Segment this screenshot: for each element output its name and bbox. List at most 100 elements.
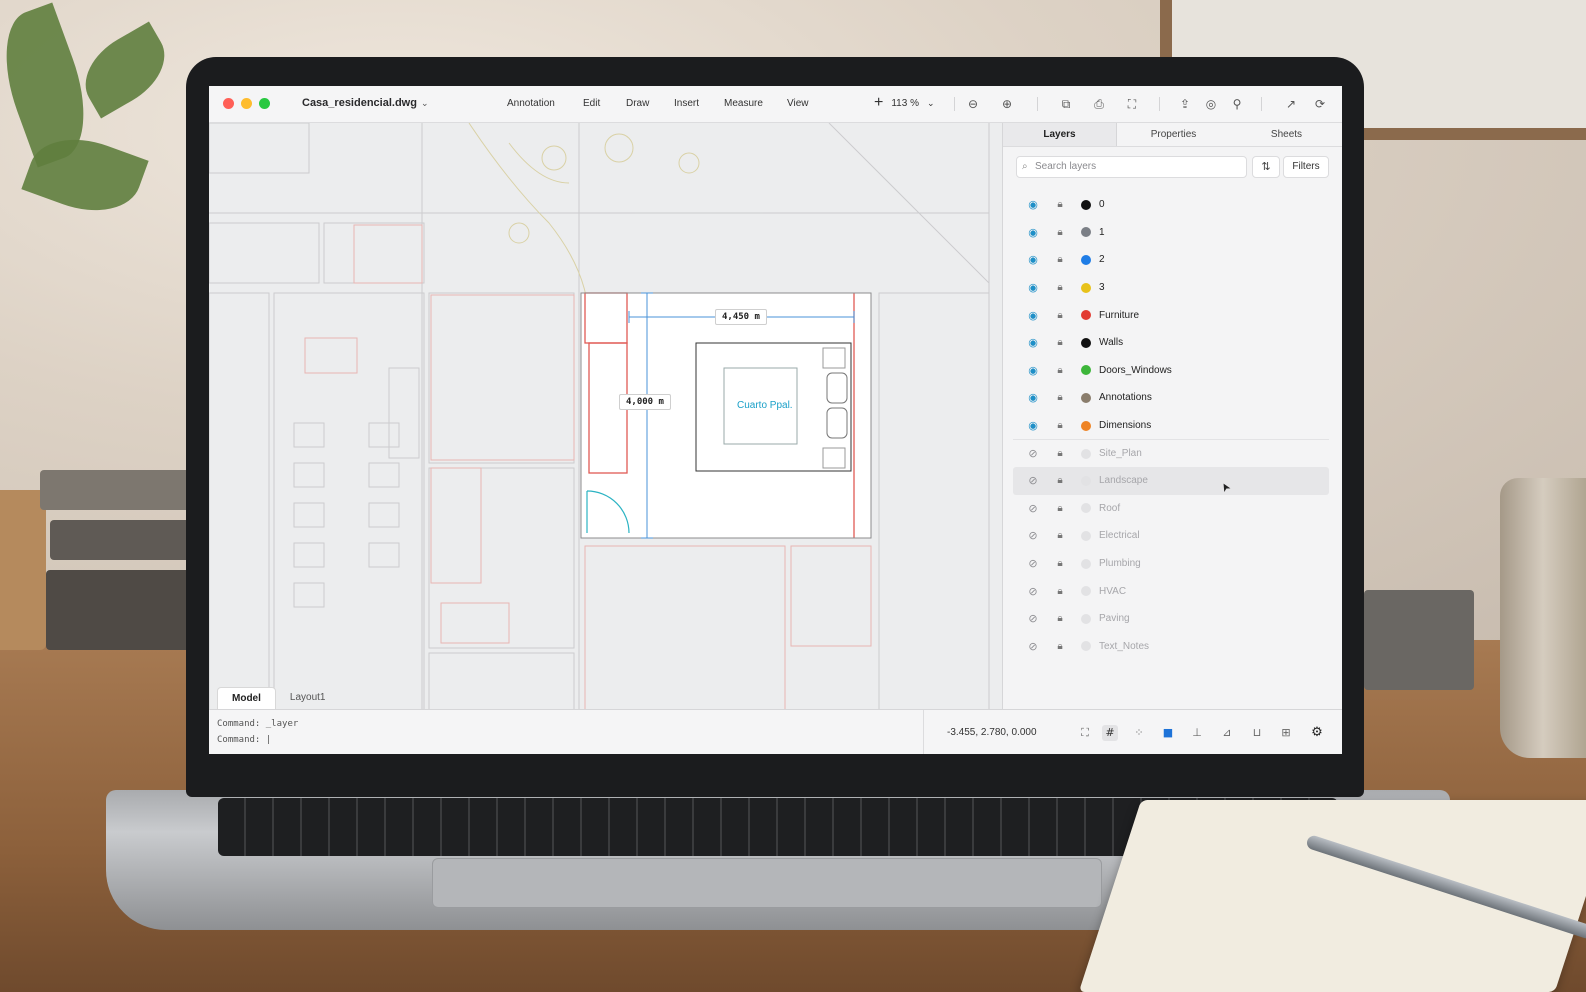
lock-icon[interactable]: 🔒︎ [1053,475,1067,486]
layer-color-swatch[interactable] [1081,641,1091,652]
tab-layout1[interactable]: Layout1 [276,687,340,709]
fit-icon[interactable]: ⛶ [1124,96,1140,112]
lock-icon[interactable]: 🔒︎ [1053,337,1067,348]
filters-button[interactable]: Filters [1283,156,1329,178]
ortho-icon[interactable]: ■ [1160,725,1176,741]
layer-row[interactable]: ◉ 🔒︎ Walls [1013,329,1329,357]
grid-icon[interactable]: # [1102,725,1118,741]
eye-off-icon[interactable]: ⊘ [1026,447,1040,460]
menu-edit[interactable]: Edit [583,98,600,109]
menu-measure[interactable]: Measure [724,98,763,109]
dot-grid-icon[interactable]: ⁘ [1131,725,1147,741]
menu-insert[interactable]: Insert [674,98,699,109]
eye-icon[interactable]: ◉ [1026,226,1040,239]
layer-row[interactable]: ◉ 🔒︎ Furniture [1013,301,1329,329]
share-icon[interactable]: ⇪ [1177,96,1193,112]
eye-off-icon[interactable]: ⊘ [1026,640,1040,653]
minimize-window-button[interactable] [241,98,252,109]
lineweight-icon[interactable]: ⊞ [1278,725,1294,741]
layer-color-swatch[interactable] [1081,310,1091,321]
osnap-icon[interactable]: ⊿ [1219,725,1235,741]
layer-row[interactable]: ⊘ 🔒︎ Plumbing [1013,550,1329,578]
document-title[interactable]: Casa_residencial.dwg ⌄ [302,97,429,109]
layer-row[interactable]: ⊘ 🔒︎ Site_Plan [1013,439,1329,467]
layer-row[interactable]: ◉ 🔒︎ 0 [1013,191,1329,219]
tab-sheets[interactable]: Sheets [1230,123,1342,146]
lock-icon[interactable]: 🔒︎ [1053,199,1067,210]
eye-off-icon[interactable]: ⊘ [1026,557,1040,570]
lock-icon[interactable]: 🔒︎ [1053,530,1067,541]
search-input[interactable]: ⌕ Search layers [1016,156,1247,178]
plus-icon[interactable]: + [874,95,883,111]
layer-row[interactable]: ◉ 🔒︎ 1 [1013,219,1329,247]
layer-color-swatch[interactable] [1081,530,1091,541]
maximize-window-button[interactable] [259,98,270,109]
layer-color-swatch[interactable] [1081,392,1091,403]
eye-icon[interactable]: ◉ [1026,309,1040,322]
layer-row[interactable]: ⊘ 🔒︎ Landscape ➤ [1013,466,1329,495]
eye-icon[interactable]: ◉ [1026,253,1040,266]
layer-color-swatch[interactable] [1081,282,1091,293]
tab-properties[interactable]: Properties [1117,123,1230,146]
dimension-vertical[interactable]: 4,000 m [619,394,671,410]
layer-row[interactable]: ⊘ 🔒︎ Paving [1013,605,1329,633]
layer-color-swatch[interactable] [1081,558,1091,569]
drawing-canvas[interactable]: 4,450 m 4,000 m Cuarto Ppal. Model Layou… [209,123,1002,709]
menu-view[interactable]: View [787,98,809,109]
tab-model[interactable]: Model [217,687,276,709]
lock-icon[interactable]: 🔒︎ [1053,558,1067,569]
zoom-control[interactable]: + 113 % ⌄ [874,95,935,111]
target-icon[interactable]: ◎ [1203,96,1219,112]
eye-icon[interactable]: ◉ [1026,391,1040,404]
lock-icon[interactable]: 🔒︎ [1053,503,1067,514]
eye-off-icon[interactable]: ⊘ [1026,474,1040,487]
lock-icon[interactable]: 🔒︎ [1053,310,1067,321]
layer-settings-button[interactable]: ⇅ [1252,156,1280,178]
lock-icon[interactable]: 🔒︎ [1053,282,1067,293]
layer-row[interactable]: ◉ 🔒︎ Doors_Windows [1013,357,1329,385]
layer-row[interactable]: ⊘ 🔒︎ Electrical [1013,522,1329,550]
eye-off-icon[interactable]: ⊘ [1026,612,1040,625]
layer-color-swatch[interactable] [1081,199,1091,210]
gear-icon[interactable]: ⚙ [1309,725,1325,741]
lock-icon[interactable]: 🔒︎ [1053,586,1067,597]
open-external-icon[interactable]: ↗ [1283,96,1299,112]
lock-icon[interactable]: 🔒︎ [1053,392,1067,403]
layer-row[interactable]: ⊘ 🔒︎ HVAC [1013,577,1329,605]
eye-icon[interactable]: ◉ [1026,198,1040,211]
command-input[interactable]: Command: | [217,735,271,745]
export-icon[interactable]: ⧉ [1058,96,1074,112]
layer-row[interactable]: ⊘ 🔒︎ Text_Notes [1013,633,1329,661]
layer-color-swatch[interactable] [1081,365,1091,376]
lock-icon[interactable]: 🔒︎ [1053,254,1067,265]
tab-layers[interactable]: Layers [1003,123,1117,146]
person-icon[interactable]: ⚲ [1229,96,1245,112]
zoom-out-icon[interactable]: ⊖ [965,96,981,112]
lock-icon[interactable]: 🔒︎ [1053,613,1067,624]
otrack-icon[interactable]: ⊔ [1249,725,1265,741]
layer-row[interactable]: ⊘ 🔒︎ Roof [1013,495,1329,523]
layer-color-swatch[interactable] [1081,254,1091,265]
layer-color-swatch[interactable] [1081,337,1091,348]
polar-icon[interactable]: ⊥ [1189,725,1205,741]
lock-icon[interactable]: 🔒︎ [1053,448,1067,459]
layer-color-swatch[interactable] [1081,475,1091,486]
sync-icon[interactable]: ⟳ [1312,96,1328,112]
room-label[interactable]: Cuarto Ppal. [737,400,793,411]
layer-row[interactable]: ◉ 🔒︎ 3 [1013,274,1329,302]
lock-icon[interactable]: 🔒︎ [1053,227,1067,238]
lock-icon[interactable]: 🔒︎ [1053,641,1067,652]
zoom-in-icon[interactable]: ⊕ [999,96,1015,112]
layer-color-swatch[interactable] [1081,586,1091,597]
layer-color-swatch[interactable] [1081,227,1091,238]
eye-off-icon[interactable]: ⊘ [1026,502,1040,515]
lock-icon[interactable]: 🔒︎ [1053,365,1067,376]
layer-row[interactable]: ◉ 🔒︎ Annotations [1013,384,1329,412]
print-icon[interactable]: ⎙ [1091,96,1107,112]
menu-annotation[interactable]: Annotation [507,98,555,109]
eye-off-icon[interactable]: ⊘ [1026,529,1040,542]
layer-color-swatch[interactable] [1081,613,1091,624]
menu-draw[interactable]: Draw [626,98,649,109]
eye-icon[interactable]: ◉ [1026,364,1040,377]
eye-off-icon[interactable]: ⊘ [1026,585,1040,598]
